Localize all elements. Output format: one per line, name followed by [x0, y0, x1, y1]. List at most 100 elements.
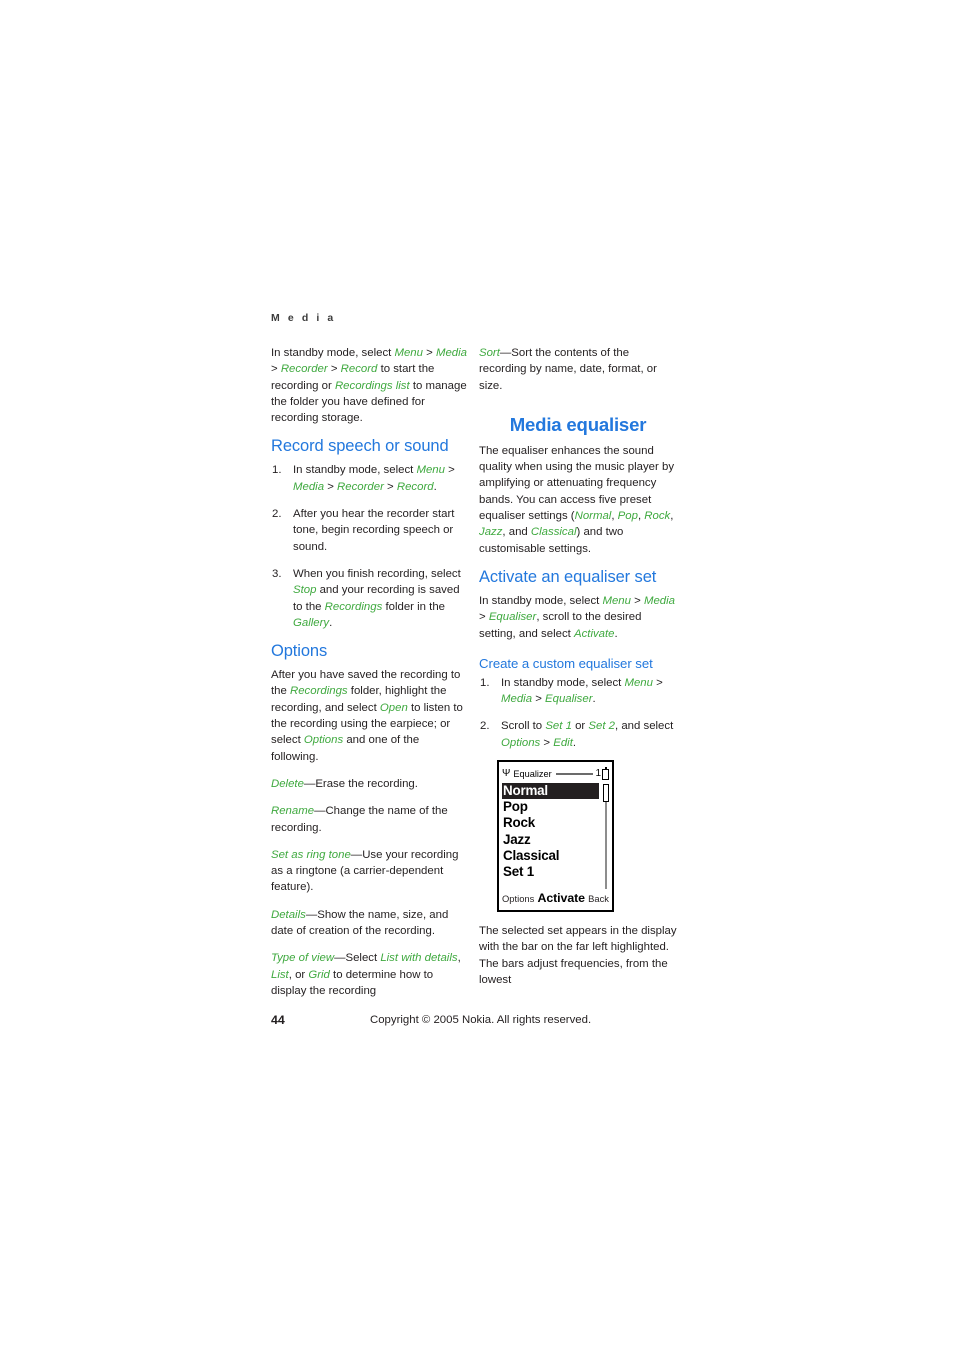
- ui-equaliser: Equaliser: [545, 693, 593, 706]
- softkey-options[interactable]: Options: [502, 891, 534, 907]
- ui-grid: Grid: [308, 968, 330, 981]
- ui-options: Options: [303, 734, 344, 747]
- ui-set-1: Set 1: [545, 720, 572, 733]
- ui-recordings: Recordings: [290, 685, 348, 698]
- page-number: 44: [271, 1013, 285, 1027]
- step3-a: When you finish recording, select: [293, 567, 461, 580]
- list-item-classical[interactable]: Classical: [502, 848, 609, 864]
- ui-list-with-details: List with details: [380, 952, 458, 965]
- option-type-of-view: Type of view—Select List with details, L…: [271, 950, 467, 999]
- left-column: In standby mode, select Menu > Media > R…: [271, 345, 467, 1010]
- cstep1-sep1: >: [652, 676, 663, 689]
- signal-antenna-icon: Ψ: [502, 768, 511, 780]
- list-item: When you finish recording, select Stop a…: [271, 566, 467, 631]
- softkey-activate[interactable]: Activate: [538, 890, 586, 906]
- ui-list: List: [271, 968, 289, 981]
- list-item-pop[interactable]: Pop: [502, 799, 609, 815]
- phone-status-bar: Ψ Equalizer 1: [502, 766, 609, 781]
- sep-2: >: [271, 363, 281, 376]
- ui-menu: Menu: [394, 347, 423, 359]
- intro-text-a: In standby mode, select: [271, 347, 395, 359]
- ui-menu: Menu: [416, 464, 445, 477]
- list-item-set-1[interactable]: Set 1: [502, 864, 609, 880]
- sep-1: >: [422, 347, 436, 359]
- list-item: In standby mode, select Menu > Media > E…: [479, 675, 677, 708]
- ui-classical: Classical: [530, 526, 577, 539]
- ui-activate: Activate: [573, 627, 615, 640]
- ui-media: Media: [435, 347, 467, 359]
- ui-record: Record: [340, 363, 378, 376]
- ui-jazz: Jazz: [479, 526, 503, 539]
- cstep1-sep2: >: [532, 693, 546, 706]
- ui-gallery: Gallery: [293, 616, 330, 629]
- ui-menu: Menu: [624, 676, 653, 689]
- cstep2-end: .: [572, 736, 577, 749]
- create-steps-list: In standby mode, select Menu > Media > E…: [479, 675, 677, 751]
- status-divider-line: [555, 773, 594, 776]
- intro-paragraph: In standby mode, select Menu > Media > R…: [271, 345, 467, 426]
- ui-stop: Stop: [293, 584, 317, 597]
- tov-c: , or: [288, 968, 309, 981]
- ui-recordings: Recordings: [324, 600, 383, 613]
- list-item-rock[interactable]: Rock: [502, 815, 609, 831]
- option-rename: Rename—Change the name of the recording.: [271, 803, 467, 836]
- ui-details: Details: [271, 908, 306, 921]
- right-column: Sort—Sort the contents of the recording …: [479, 345, 677, 999]
- ui-rock: Rock: [644, 510, 671, 523]
- list-item-normal[interactable]: Normal: [502, 783, 599, 800]
- heading-options: Options: [271, 642, 328, 661]
- ui-set-as-ring-tone: Set as ring tone: [271, 848, 351, 861]
- phone-screen-title: Equalizer: [513, 768, 552, 779]
- option-sort: Sort—Sort the contents of the recording …: [479, 345, 677, 394]
- ui-delete: Delete: [271, 777, 304, 790]
- document-page: M e d i a In standby mode, select Menu >…: [0, 0, 954, 1351]
- activate-body-paragraph: In standby mode, select Menu > Media > E…: [479, 593, 677, 642]
- ui-sort: Sort: [479, 347, 500, 359]
- scrollbar-thumb[interactable]: [603, 784, 609, 803]
- list-item: After you hear the recorder start tone, …: [271, 506, 467, 555]
- ui-recorder: Recorder: [280, 363, 328, 376]
- ui-media: Media: [501, 693, 533, 706]
- phone-softkey-bar: Options Activate Back: [502, 890, 609, 907]
- cstep2-sep: >: [540, 736, 554, 749]
- equaliser-preset-list[interactable]: Normal Pop Rock Jazz Classical Set 1: [502, 783, 609, 880]
- ui-options: Options: [501, 736, 541, 749]
- ui-menu: Menu: [602, 594, 631, 607]
- ui-media: Media: [293, 480, 325, 493]
- ui-recordings-list: Recordings list: [334, 379, 410, 392]
- ui-type-of-view: Type of view: [271, 952, 335, 965]
- step2-text: After you hear the recorder start tone, …: [293, 508, 455, 553]
- step3-d: .: [329, 616, 333, 629]
- eq-d: ,: [670, 510, 674, 523]
- phone-screen-content: Ψ Equalizer 1 Normal Pop Rock Jazz Class…: [502, 766, 609, 907]
- eq-e: , and: [502, 526, 531, 539]
- step3-c: folder in the: [382, 600, 445, 613]
- ui-media: Media: [643, 594, 675, 607]
- option-delete: Delete—Erase the recording.: [271, 776, 467, 792]
- after-figure-paragraph: The selected set appears in the display …: [479, 925, 677, 986]
- running-header: M e d i a: [271, 312, 336, 324]
- cstep2-b: or: [571, 720, 589, 733]
- list-item: Scroll to Set 1 or Set 2, and select Opt…: [479, 718, 677, 751]
- cstep2-c: , and select: [615, 720, 674, 733]
- sort-desc: —Sort the contents of the recording by n…: [479, 347, 657, 392]
- heading-activate-an-equaliser-set: Activate an equaliser set: [479, 567, 657, 586]
- cstep1-end: .: [592, 693, 596, 706]
- step1-sep1: >: [444, 464, 455, 477]
- record-steps-list: In standby mode, select Menu > Media > R…: [271, 462, 467, 631]
- act-a: In standby mode, select: [479, 594, 603, 607]
- step1-a: In standby mode, select: [293, 464, 417, 477]
- softkey-back[interactable]: Back: [588, 891, 609, 907]
- act-sep2: >: [479, 611, 489, 624]
- option-details: Details—Show the name, size, and date of…: [271, 907, 467, 940]
- step1-end: .: [433, 480, 437, 493]
- options-intro-paragraph: After you have saved the recording to th…: [271, 667, 467, 765]
- tov-a: —Select: [334, 952, 381, 965]
- ui-pop: Pop: [617, 510, 638, 523]
- copyright-notice: Copyright © 2005 Nokia. All rights reser…: [370, 1014, 592, 1026]
- heading-create-a-custom-equaliser-set: Create a custom equaliser set: [479, 655, 653, 671]
- ui-record: Record: [396, 480, 434, 493]
- ui-edit: Edit: [553, 736, 573, 749]
- act-sep1: >: [630, 594, 644, 607]
- list-item-jazz[interactable]: Jazz: [502, 832, 609, 848]
